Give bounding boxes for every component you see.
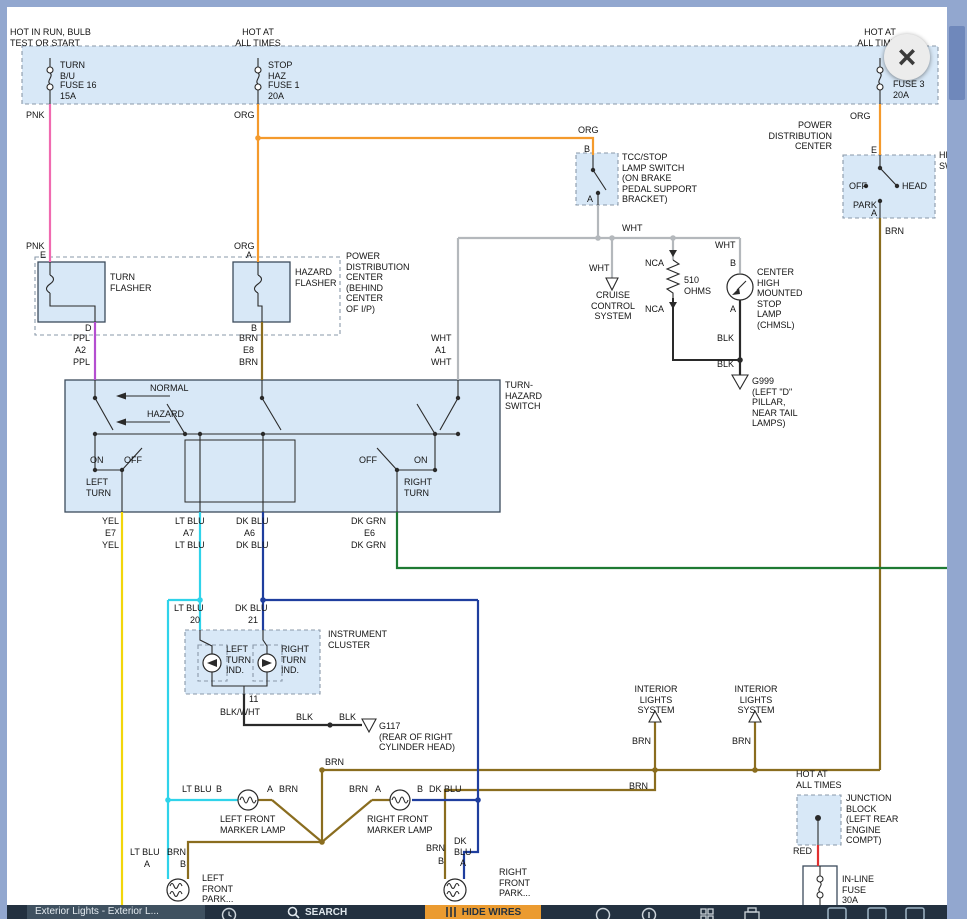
search-icon	[287, 906, 300, 919]
close-button[interactable]: ×	[884, 34, 930, 80]
right-front-park-lamp	[444, 879, 466, 901]
history-icon[interactable]	[221, 907, 237, 919]
search-button[interactable]: SEARCH	[279, 905, 355, 919]
fuse-panel	[22, 46, 938, 104]
g999-ground-icon	[732, 375, 748, 389]
scrollbar-thumb[interactable]	[949, 26, 965, 100]
cruise-connector-arrow	[606, 278, 618, 290]
bottom-toolbar: Exterior Lights - Exterior L... SEARCH H…	[7, 905, 947, 919]
grid-icon[interactable]	[699, 907, 715, 919]
wiring-diagram-canvas	[0, 0, 967, 919]
left-front-marker-lamp	[238, 790, 258, 810]
diagram-tab[interactable]: Exterior Lights - Exterior L...	[27, 905, 205, 919]
hide-wires-label: HIDE WIRES	[462, 907, 521, 918]
nca-arrow-top	[669, 250, 677, 257]
monitor-icon-3[interactable]	[905, 907, 925, 919]
left-front-park-lamp	[167, 879, 189, 901]
monitor-icon-2[interactable]	[867, 907, 887, 919]
zoom-icon[interactable]	[595, 907, 611, 919]
print-icon[interactable]	[743, 907, 761, 919]
diagram-tab-label: Exterior Lights - Exterior L...	[35, 906, 159, 917]
nca-arrow-bottom	[669, 302, 677, 309]
right-front-marker-lamp	[390, 790, 410, 810]
search-label: SEARCH	[305, 907, 347, 918]
g117-ground-icon	[362, 719, 376, 732]
hide-wires-button[interactable]: HIDE WIRES	[425, 905, 541, 919]
chmsl-lamp	[727, 274, 753, 300]
vertical-scrollbar[interactable]	[947, 0, 967, 919]
interior-lights-arrow-2	[749, 711, 761, 722]
power-distribution-center-box	[35, 257, 340, 335]
interior-lights-arrow-1	[649, 711, 661, 722]
headlight-switch-box	[843, 155, 935, 218]
wires-icon	[445, 906, 457, 918]
info-icon[interactable]	[641, 907, 657, 919]
window-edge-left	[0, 0, 7, 919]
tcc-stop-lamp-switch-box	[576, 153, 618, 205]
window-edge-top	[0, 0, 967, 7]
app-window: HOT IN RUN, BULB TEST OR STARTHOT AT ALL…	[0, 0, 967, 919]
monitor-icon-1[interactable]	[827, 907, 847, 919]
